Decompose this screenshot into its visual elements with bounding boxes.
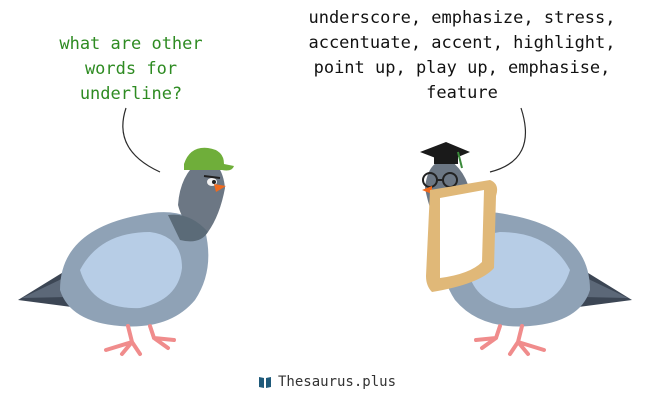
footer: Thesaurus.plus <box>258 372 396 392</box>
answer-pointer <box>489 107 526 173</box>
left-pigeon-cap <box>184 147 234 171</box>
site-link[interactable]: Thesaurus.plus <box>278 374 396 390</box>
question-pointer <box>122 107 161 173</box>
right-pigeon-feet <box>474 324 546 356</box>
book-icon <box>259 377 271 388</box>
pigeon-scene <box>18 107 632 356</box>
right-pigeon <box>420 142 632 356</box>
left-pigeon <box>18 147 234 356</box>
left-pigeon-feet <box>104 324 176 356</box>
